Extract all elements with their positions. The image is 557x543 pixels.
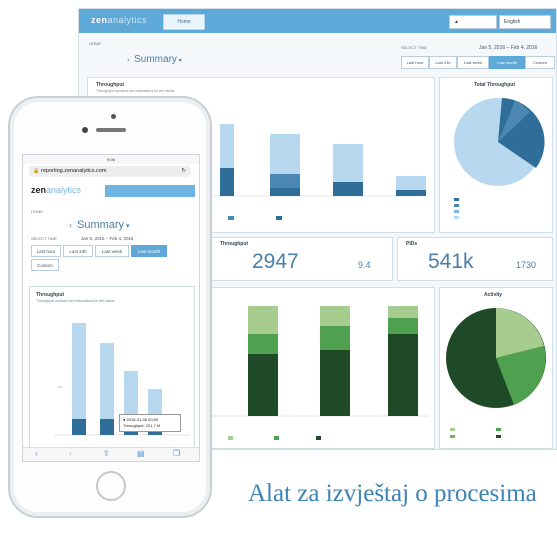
legend-swatch — [228, 436, 233, 440]
forward-icon[interactable]: › — [69, 449, 72, 458]
mobile-select-time-label: SELECT TIME — [31, 236, 58, 241]
mobile-logo-main: zen — [31, 185, 47, 195]
select-time-label: SELECT TIME — [401, 45, 428, 50]
user-dropdown[interactable]: ▲ — [449, 15, 497, 29]
time-button-last-hour[interactable]: Last hour — [401, 56, 429, 69]
tab-home[interactable]: Home — [163, 14, 205, 30]
legend-swatch — [496, 435, 501, 438]
bar-mid — [270, 174, 300, 188]
mobile-page-title-text: Summary — [77, 219, 125, 231]
caption-text: Alat za izvještaj o procesima — [248, 480, 537, 507]
phone-screen: 9:06 🔒 reporting.zenanalytics.com ↻ zena… — [22, 154, 200, 462]
breadcrumb[interactable]: HOME — [89, 41, 101, 46]
mobile-logo-sub: analytics — [46, 185, 82, 195]
time-button-last-month[interactable]: Last month — [489, 56, 525, 69]
legend-swatch — [454, 216, 459, 219]
pids-value: 541k — [428, 250, 474, 273]
share-icon[interactable]: ⇪ — [103, 449, 110, 458]
total-throughput-pie — [454, 98, 545, 219]
pids-label: PIDs — [406, 241, 418, 247]
legend-swatch — [450, 435, 455, 438]
mobile-logo[interactable]: zenanalytics — [31, 185, 81, 195]
mobile-menu-bar[interactable] — [105, 185, 195, 197]
time-button-last-week[interactable]: Last week — [457, 56, 489, 69]
address-bar-url: reporting.zenanalytics.com — [41, 168, 107, 174]
reload-icon[interactable]: ↻ — [181, 166, 186, 177]
phone-device: 9:06 🔒 reporting.zenanalytics.com ↻ zena… — [8, 96, 212, 518]
bar-dark — [220, 168, 234, 196]
address-bar[interactable]: 🔒 reporting.zenanalytics.com ↻ — [29, 166, 191, 177]
bar-light — [72, 323, 86, 435]
chart-tooltip: ● 2016-01-06 00:00 Throughput: 221.7 M — [119, 414, 181, 432]
bar-dark-green — [388, 334, 418, 416]
time-button-last-24h[interactable]: Last 24h — [429, 56, 457, 69]
kpi-label: Throughput — [220, 241, 249, 247]
speaker-grille — [96, 128, 126, 132]
mobile-breadcrumb[interactable]: HOME — [31, 209, 43, 214]
bar-light-green — [320, 306, 350, 326]
browser-toolbar: ‹ › ⇪ ▤ ❐ — [23, 447, 199, 461]
back-icon[interactable]: ‹ — [35, 449, 38, 458]
activity-pie-card: Activity — [439, 287, 553, 449]
bar-dark — [100, 419, 114, 435]
legend-swatch — [454, 210, 459, 213]
mobile-time-button-custom[interactable]: Custom — [31, 259, 59, 271]
mobile-time-button-last-month[interactable]: Last month — [131, 245, 167, 257]
activity-pie — [446, 308, 546, 438]
throughput-kpi-card: Throughput 2947 9.4 — [211, 237, 393, 281]
lock-icon: 🔒 — [33, 168, 40, 174]
bar-dark — [72, 419, 86, 435]
time-button-custom[interactable]: Custom — [525, 56, 555, 69]
bar-dark — [333, 182, 363, 196]
home-button[interactable] — [96, 471, 126, 501]
mobile-date-range: Jan 5, 2016 – Feb 4, 2016 — [81, 236, 134, 241]
bookmarks-icon[interactable]: ▤ — [137, 449, 145, 458]
mobile-time-button-last-week[interactable]: Last week — [95, 245, 129, 257]
bar-mid-green — [320, 326, 350, 350]
front-camera-icon — [82, 127, 88, 133]
kpi-value: 2947 — [252, 250, 299, 273]
bar-mid-green — [388, 318, 418, 334]
total-throughput-card: Total Throughput — [439, 77, 553, 233]
page-title-text: Summary — [134, 54, 177, 65]
bar-light-green — [248, 306, 278, 334]
tabs-icon[interactable]: ❐ — [173, 449, 180, 458]
bar-dark-green — [248, 354, 278, 416]
desktop-logo[interactable]: zenanalytics — [91, 15, 147, 25]
legend-swatch — [454, 198, 459, 201]
bar-dark — [270, 188, 300, 196]
mobile-time-button-last-24h[interactable]: Last 24h — [63, 245, 93, 257]
kpi-small-value: 9.4 — [358, 260, 371, 270]
pids-small-value: 1730 — [516, 260, 537, 270]
page-title[interactable]: › Summary ▾ — [127, 54, 182, 65]
legend-swatch — [228, 216, 234, 220]
legend-swatch — [496, 428, 501, 431]
legend-swatch — [450, 428, 455, 431]
legend-swatch — [276, 216, 282, 220]
mobile-time-button-last-hour[interactable]: Last hour — [31, 245, 61, 257]
tooltip-line-2: Throughput: 221.7 M — [123, 423, 161, 428]
pids-kpi-card: PIDs 541k 1730 — [397, 237, 553, 281]
status-bar-time: 9:06 — [23, 155, 199, 164]
mobile-page-title[interactable]: › Summary ▾ — [69, 219, 130, 231]
bar-dark — [396, 190, 426, 196]
bar-dark-green — [320, 350, 350, 416]
legend-swatch — [316, 436, 321, 440]
bar-light-green — [388, 306, 418, 318]
camera-icon — [111, 114, 116, 119]
legend-swatch — [454, 204, 459, 207]
bar-mid-green — [248, 334, 278, 354]
language-dropdown[interactable]: English — [499, 15, 551, 29]
legend-swatch — [274, 436, 279, 440]
date-range: Jan 5, 2016 – Feb 4, 2016 — [479, 45, 538, 51]
desktop-logo-sub: analytics — [107, 15, 148, 25]
